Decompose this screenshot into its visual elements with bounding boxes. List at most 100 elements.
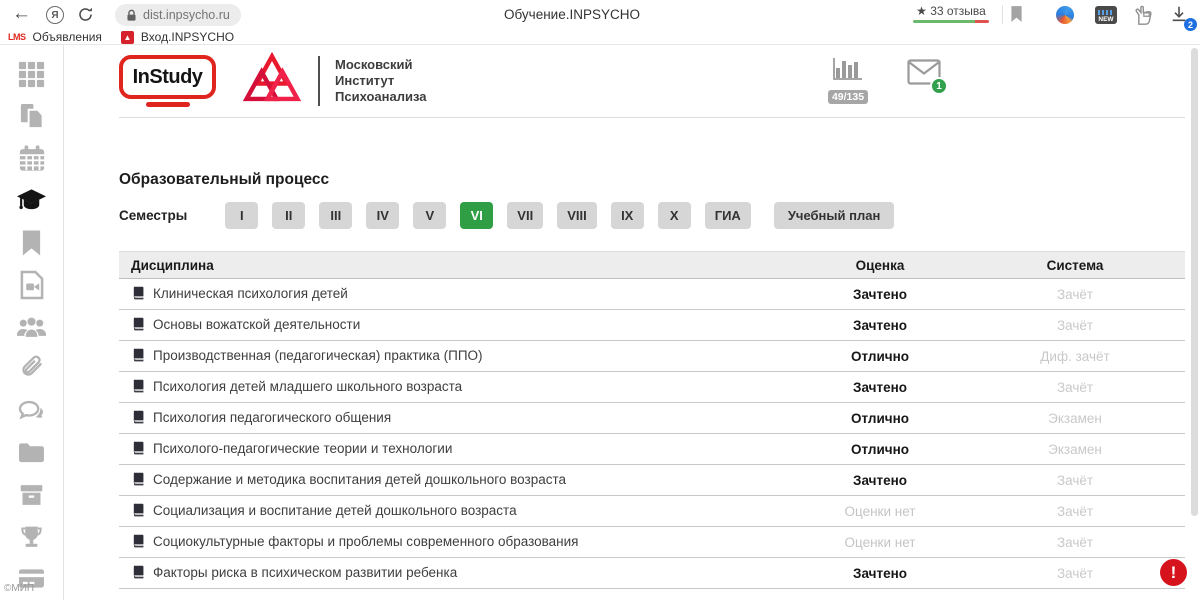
discipline-cell: Факторы риска в психическом развитии реб… <box>119 558 795 589</box>
sidebar-item-documents[interactable] <box>16 101 48 132</box>
sidebar-item-bookmarks[interactable] <box>16 227 48 258</box>
bookmark-flag-icon[interactable] <box>1010 5 1023 28</box>
instudy-logo-text: InStudy <box>133 66 203 89</box>
discipline-link[interactable]: Социокультурные факторы и проблемы совре… <box>153 534 578 549</box>
discipline-cell: Социализация и воспитание детей дошкольн… <box>119 496 795 527</box>
mip-favicon: ▲ <box>121 31 134 44</box>
discipline-cell: Психология детей младшего школьного возр… <box>119 372 795 403</box>
table-header-row: ДисциплинаОценкаСистема <box>119 252 1185 279</box>
system-cell: Зачёт <box>965 496 1185 527</box>
table-row: Психология детей младшего школьного возр… <box>119 372 1185 403</box>
discipline-link[interactable]: Содержание и методика воспитания детей д… <box>153 472 566 487</box>
browser-toolbar: ← Я dist.inpsycho.ru Обучение.INPSYCHO ★… <box>0 0 1200 30</box>
book-icon <box>131 379 145 396</box>
discipline-link[interactable]: Социализация и воспитание детей дошкольн… <box>153 503 517 518</box>
discipline-link[interactable]: Психология детей младшего школьного возр… <box>153 379 462 394</box>
back-icon[interactable]: ← <box>12 3 31 25</box>
sidebar-item-attachments[interactable] <box>16 353 48 384</box>
system-cell: Экзамен <box>965 434 1185 465</box>
table-row: Психология педагогического общенияОтличн… <box>119 403 1185 434</box>
grade-cell: Оценки нет <box>795 496 965 527</box>
semester-button-III[interactable]: III <box>319 202 352 229</box>
downloads-icon[interactable]: 2 <box>1170 5 1194 29</box>
table-row: Факторы риска в психическом развитии реб… <box>119 558 1185 589</box>
site-header: InStudy Московский Институт Психоанализа… <box>119 45 1185 118</box>
discipline-link[interactable]: Основы вожатской деятельности <box>153 317 360 332</box>
users-icon <box>16 315 47 339</box>
semester-button-I[interactable]: I <box>225 202 258 229</box>
folder-icon <box>17 441 46 464</box>
calendar-icon <box>18 144 46 173</box>
semester-row: Семестры IIIIIIIVVVIVIIVIIIIXXГИАУчебный… <box>119 202 1185 229</box>
tab-title: Обучение.INPSYCHO <box>504 7 640 22</box>
grade-cell: Зачтено <box>795 465 965 496</box>
bookmark-login[interactable]: Вход.INPSYCHO <box>141 30 234 44</box>
hand-extension-icon[interactable] <box>1133 4 1153 31</box>
discipline-link[interactable]: Клиническая психология детей <box>153 286 348 301</box>
address-bar[interactable]: dist.inpsycho.ru <box>115 4 241 26</box>
semester-button-IV[interactable]: IV <box>366 202 399 229</box>
archive-box-icon <box>18 482 45 508</box>
system-cell: Зачёт <box>965 527 1185 558</box>
sidebar-item-messages[interactable] <box>16 395 48 426</box>
discipline-cell: Психология педагогического общения <box>119 403 795 434</box>
paperclip-icon <box>19 355 44 382</box>
semester-button-VIII[interactable]: VIII <box>557 202 597 229</box>
discipline-cell: Клиническая психология детей <box>119 279 795 310</box>
semester-button-IX[interactable]: IX <box>611 202 644 229</box>
semester-button-VII[interactable]: VII <box>507 202 543 229</box>
new-extension-icon[interactable]: NEW <box>1095 6 1117 24</box>
mail-count-badge: 1 <box>930 77 948 95</box>
mip-triangle-logo <box>242 52 302 111</box>
bookmark-announcements[interactable]: Объявления <box>33 30 102 44</box>
grade-cell: Зачтено <box>795 558 965 589</box>
scrollbar[interactable] <box>1191 48 1198 516</box>
discipline-cell: Социокультурные факторы и проблемы совре… <box>119 527 795 558</box>
lock-icon <box>126 9 137 22</box>
study-plan-button[interactable]: Учебный план <box>774 202 894 229</box>
discipline-link[interactable]: Факторы риска в психическом развитии реб… <box>153 565 457 580</box>
sidebar-item-achievements[interactable] <box>16 521 48 552</box>
sidebar-item-education[interactable] <box>16 185 48 216</box>
semester-button-ГИА[interactable]: ГИА <box>705 202 751 229</box>
instudy-logo[interactable]: InStudy <box>119 55 216 107</box>
discipline-link[interactable]: Производственная (педагогическая) практи… <box>153 348 483 363</box>
discipline-cell: Производственная (педагогическая) практи… <box>119 341 795 372</box>
semester-button-X[interactable]: X <box>658 202 691 229</box>
reviews-widget[interactable]: ★ 33 отзыва <box>913 4 989 23</box>
sidebar-item-video-materials[interactable] <box>16 269 48 300</box>
table-row: Социализация и воспитание детей дошкольн… <box>119 496 1185 527</box>
alert-badge[interactable]: ! <box>1160 559 1187 586</box>
sidebar-item-apps[interactable] <box>16 59 48 90</box>
sidebar-item-calendar[interactable] <box>16 143 48 174</box>
mail-widget[interactable]: 1 <box>907 59 941 89</box>
system-cell: Зачёт <box>965 310 1185 341</box>
table-row: Основы вожатской деятельностиЗачтеноЗачё… <box>119 310 1185 341</box>
book-icon <box>131 534 145 551</box>
discipline-cell: Основы вожатской деятельности <box>119 310 795 341</box>
sidebar-item-groups[interactable] <box>16 311 48 342</box>
discipline-link[interactable]: Психология педагогического общения <box>153 410 391 425</box>
reload-icon[interactable] <box>77 6 94 28</box>
semester-button-VI[interactable]: VI <box>460 202 493 229</box>
browser-profile-icon[interactable]: Я <box>46 6 64 24</box>
system-cell: Экзамен <box>965 403 1185 434</box>
discipline-link[interactable]: Психолого-педагогические теории и технол… <box>153 441 452 456</box>
book-icon <box>131 348 145 365</box>
progress-widget[interactable]: 49/135 <box>825 56 871 105</box>
documents-icon <box>18 102 45 131</box>
sidebar-item-archive[interactable] <box>16 479 48 510</box>
extension-icon[interactable] <box>1056 6 1074 24</box>
grade-cell: Отлично <box>795 341 965 372</box>
system-cell: Зачёт <box>965 465 1185 496</box>
semester-button-II[interactable]: II <box>272 202 305 229</box>
download-count-badge: 2 <box>1184 18 1197 31</box>
institute-name: Московский Институт Психоанализа <box>335 57 427 105</box>
sidebar-item-files[interactable] <box>16 437 48 468</box>
reviews-rating-bar <box>913 20 989 23</box>
semester-button-V[interactable]: V <box>413 202 446 229</box>
table-row: Производственная (педагогическая) практи… <box>119 341 1185 372</box>
column-header-0: Дисциплина <box>119 252 795 279</box>
disciplines-table: ДисциплинаОценкаСистема Клиническая псих… <box>119 251 1185 589</box>
table-row: Социокультурные факторы и проблемы совре… <box>119 527 1185 558</box>
